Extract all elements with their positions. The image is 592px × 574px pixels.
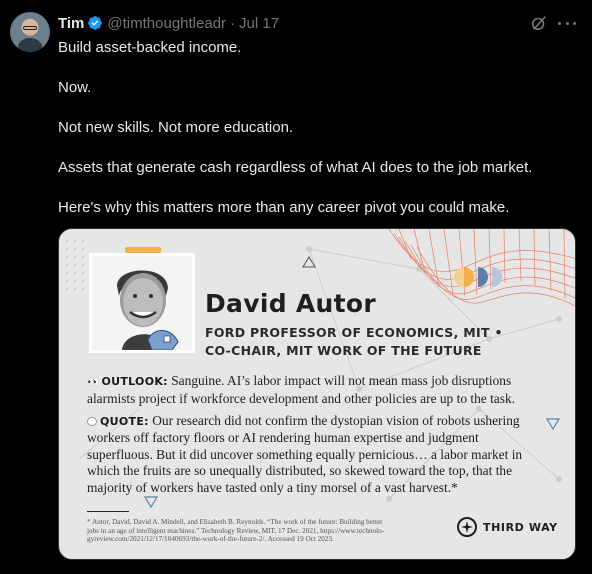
quote-section: QUOTE: Our research did not confirm the … bbox=[87, 413, 557, 496]
tweet-text-line: Now. bbox=[58, 79, 92, 96]
author-avatar[interactable] bbox=[10, 12, 50, 52]
person-title: CO-CHAIR, MIT WORK OF THE FUTURE bbox=[205, 343, 482, 358]
outlook-label: OUTLOOK: bbox=[101, 375, 168, 388]
person-photo bbox=[89, 253, 195, 353]
footnote-divider bbox=[87, 511, 129, 512]
author-handle[interactable]: @timthoughtleadr bbox=[107, 15, 226, 32]
dot-grid-decoration bbox=[65, 239, 85, 291]
star-icon bbox=[457, 517, 477, 537]
separator-dot: · bbox=[230, 14, 236, 32]
person-name: David Autor bbox=[205, 289, 376, 318]
tweet-text-line: Here's why this matters more than any ca… bbox=[58, 199, 510, 216]
quote-text: majority of workers have tasted only a t… bbox=[87, 479, 458, 495]
grok-icon[interactable] bbox=[530, 14, 548, 32]
footnote-line: jobs in an age of intelligent machines.”… bbox=[87, 526, 385, 535]
portrait-illustration bbox=[92, 256, 192, 350]
third-way-logo: THIRD WAY bbox=[457, 517, 558, 537]
speech-bubble-icon bbox=[87, 417, 97, 426]
quote-text: which the fruits are so unequally distri… bbox=[87, 463, 513, 479]
half-circles-decoration bbox=[454, 267, 502, 287]
footnote: * Autor, David, David A. Mindell, and El… bbox=[87, 518, 467, 544]
eyes-icon: 👀 bbox=[87, 377, 100, 388]
footnote-line: * Autor, David, David A. Mindell, and El… bbox=[87, 518, 383, 526]
footnote-line: gyreview.com/2021/12/17/1040693/the-work… bbox=[87, 535, 334, 544]
outlook-section: 👀 OUTLOOK: Sanguine. AI’s labor impact wi… bbox=[87, 373, 557, 408]
outlook-text: Sanguine. AI’s labor impact will not mea… bbox=[167, 373, 512, 388]
triangle-decoration bbox=[143, 496, 159, 509]
tweet-date[interactable]: Jul 17 bbox=[239, 15, 279, 32]
tweet-text-line: Not new skills. Not more education. bbox=[58, 119, 294, 136]
tweet-header: Tim @timthoughtleadr · Jul 17 bbox=[58, 13, 279, 33]
author-name[interactable]: Tim bbox=[58, 15, 84, 32]
more-options-icon[interactable] bbox=[558, 14, 576, 32]
tweet-text-line: Assets that generate cash regardless of … bbox=[58, 159, 533, 176]
tweet-text-line: Build asset-backed income. bbox=[58, 39, 242, 56]
quote-text: workers off factory floors or AI renderi… bbox=[87, 430, 479, 446]
brand-name: THIRD WAY bbox=[483, 520, 558, 534]
quote-text: Our research did not confirm the dystopi… bbox=[148, 413, 520, 428]
quote-text: superfluous. But it did uncover somethin… bbox=[87, 446, 523, 462]
verified-badge-icon bbox=[87, 15, 103, 31]
person-title: FORD PROFESSOR OF ECONOMICS, MIT • bbox=[205, 325, 503, 340]
quote-label: QUOTE: bbox=[100, 415, 149, 428]
tweet-media-card[interactable]: David Autor FORD PROFESSOR OF ECONOMICS,… bbox=[58, 228, 576, 560]
avatar-glasses bbox=[23, 26, 37, 30]
outlook-text: alarmists project if workforce developme… bbox=[87, 391, 515, 407]
